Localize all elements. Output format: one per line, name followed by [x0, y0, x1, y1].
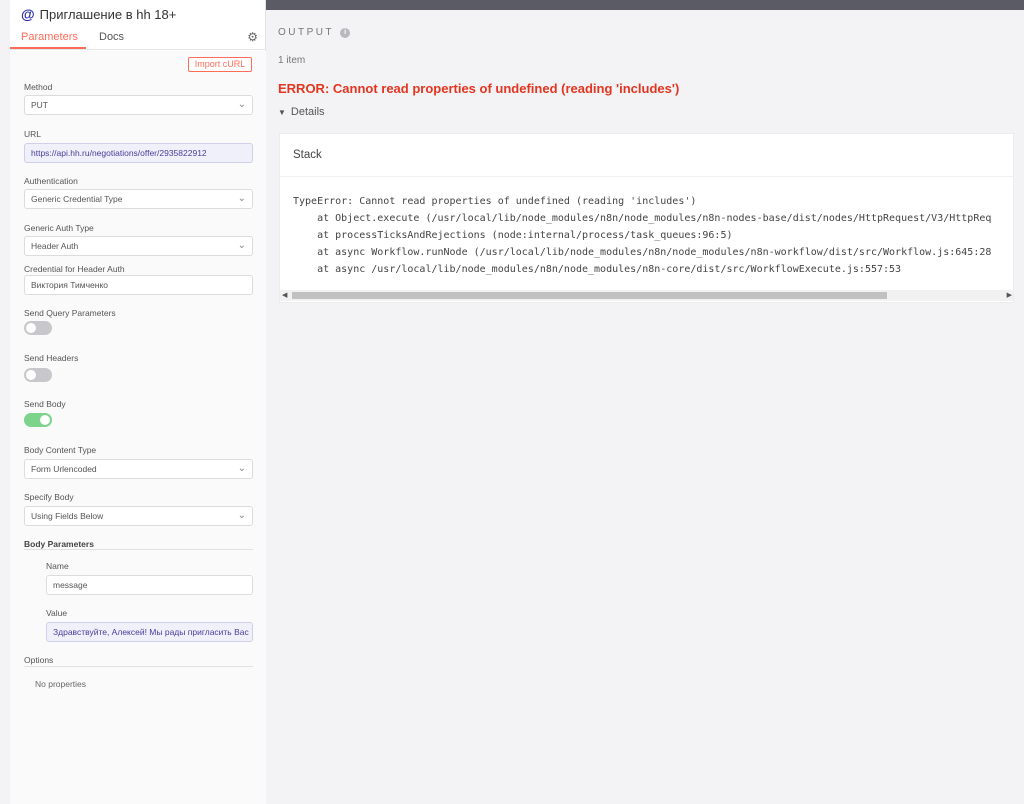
at-icon: @ [21, 6, 35, 22]
method-select[interactable]: PUT ⌄ [24, 95, 253, 115]
stack-line: TypeError: Cannot read properties of und… [293, 196, 697, 207]
active-tab-indicator [10, 47, 86, 49]
generic-auth-type-label: Generic Auth Type [24, 223, 94, 233]
chevron-down-icon: ▼ [278, 107, 286, 117]
generic-auth-type-select[interactable]: Header Auth ⌄ [24, 236, 253, 256]
tab-docs[interactable]: Docs [99, 31, 124, 43]
divider [24, 666, 253, 667]
scrollbar-thumb[interactable] [292, 292, 887, 299]
stack-line: at processTicksAndRejections (node:inter… [293, 230, 733, 241]
stack-line: at async /usr/local/lib/node_modules/n8n… [293, 264, 902, 275]
error-message: ERROR: Cannot read properties of undefin… [278, 81, 680, 96]
body-content-type-value: Form Urlencoded [31, 464, 97, 474]
scroll-left-icon[interactable]: ◀ [282, 290, 287, 301]
generic-auth-type-value: Header Auth [31, 241, 79, 251]
send-query-toggle[interactable] [24, 321, 52, 335]
output-heading: OUTPUT i [278, 27, 351, 38]
authentication-label: Authentication [24, 176, 78, 186]
parameters-form: Import cURL Method PUT ⌄ URL https://api… [10, 51, 266, 804]
method-value: PUT [31, 100, 48, 110]
stack-card: Stack TypeError: Cannot read properties … [279, 133, 1014, 303]
divider [280, 176, 1013, 177]
send-body-label: Send Body [24, 399, 66, 409]
param-value-field[interactable]: Здравствуйте, Алексей! Мы рады пригласит… [46, 622, 253, 642]
output-heading-text: OUTPUT [278, 27, 335, 38]
toggle-knob [26, 370, 36, 380]
chevron-down-icon: ⌄ [237, 240, 246, 251]
details-toggle[interactable]: ▼ Details [278, 106, 325, 118]
no-properties-text: No properties [35, 679, 87, 689]
stack-line: at async Workflow.runNode (/usr/local/li… [293, 247, 992, 258]
send-query-label: Send Query Parameters [24, 308, 116, 318]
toggle-knob [40, 415, 50, 425]
chevron-down-icon: ⌄ [237, 510, 246, 521]
node-title-text[interactable]: Приглашение в hh 18+ [40, 7, 177, 22]
param-value-label: Value [46, 608, 68, 618]
node-parameters-panel: @ Приглашение в hh 18+ Parameters Docs ⚙… [10, 0, 266, 804]
item-count: 1 item [278, 55, 306, 66]
tab-parameters[interactable]: Parameters [21, 31, 78, 43]
specify-body-label: Specify Body [24, 492, 74, 502]
url-field[interactable]: https://api.hh.ru/negotiations/offer/293… [24, 143, 253, 163]
info-icon[interactable]: i [340, 27, 351, 38]
options-title: Options [24, 655, 54, 665]
method-label: Method [24, 82, 53, 92]
specify-body-value: Using Fields Below [31, 511, 104, 521]
credential-select[interactable]: Виктория Тимченко [24, 275, 253, 295]
send-body-toggle[interactable] [24, 413, 52, 427]
top-bar [266, 0, 1024, 10]
stack-trace: TypeError: Cannot read properties of und… [293, 193, 991, 278]
stack-line: at Object.execute (/usr/local/lib/node_m… [293, 213, 992, 224]
specify-body-select[interactable]: Using Fields Below ⌄ [24, 506, 253, 526]
body-parameters-title: Body Parameters [24, 539, 94, 549]
import-curl-button[interactable]: Import cURL [188, 57, 252, 72]
send-headers-toggle[interactable] [24, 368, 52, 382]
authentication-select[interactable]: Generic Credential Type ⌄ [24, 189, 253, 209]
body-content-type-select[interactable]: Form Urlencoded ⌄ [24, 459, 253, 479]
url-label: URL [24, 129, 42, 139]
chevron-down-icon: ⌄ [237, 463, 246, 474]
body-content-type-label: Body Content Type [24, 445, 97, 455]
toggle-knob [26, 323, 36, 333]
authentication-value: Generic Credential Type [31, 194, 123, 204]
horizontal-scrollbar[interactable]: ◀ ▶ [280, 290, 1013, 301]
param-name-label: Name [46, 561, 69, 571]
chevron-down-icon: ⌄ [237, 193, 246, 204]
left-gutter [0, 0, 10, 804]
node-title: @ Приглашение в hh 18+ [21, 6, 176, 22]
send-headers-label: Send Headers [24, 353, 79, 363]
gear-icon[interactable]: ⚙ [247, 30, 258, 44]
scroll-right-icon[interactable]: ▶ [1007, 290, 1012, 301]
credential-label: Credential for Header Auth [24, 264, 125, 274]
panel-tabs: Parameters Docs ⚙ [10, 28, 266, 50]
chevron-down-icon: ⌄ [237, 99, 246, 110]
stack-title: Stack [293, 149, 322, 161]
param-name-field[interactable]: message [46, 575, 253, 595]
divider [24, 549, 253, 550]
details-label: Details [290, 106, 325, 118]
